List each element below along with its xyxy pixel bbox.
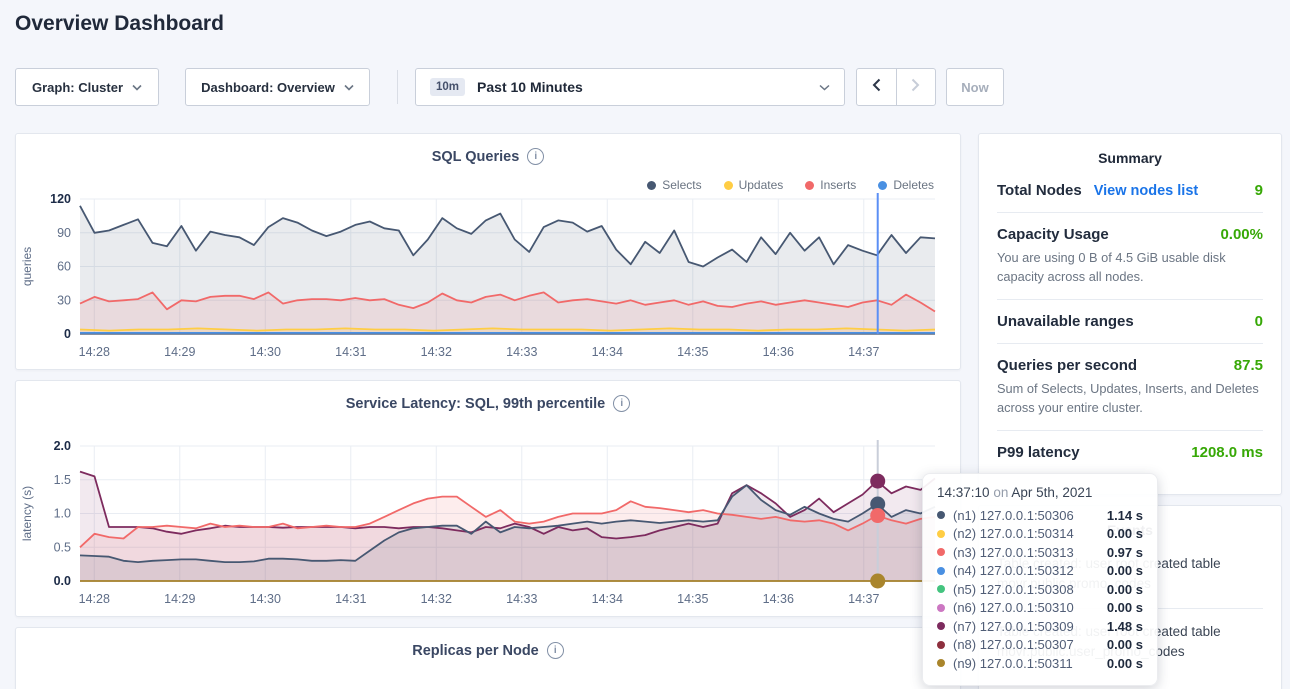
svg-text:14:29: 14:29 — [164, 345, 195, 359]
svg-text:14:28: 14:28 — [79, 345, 110, 359]
svg-text:14:30: 14:30 — [250, 345, 281, 359]
p99-latency-value: 1208.0 ms — [1191, 444, 1263, 461]
svg-text:14:32: 14:32 — [421, 345, 452, 359]
svg-text:30: 30 — [57, 293, 71, 307]
svg-text:90: 90 — [57, 226, 71, 240]
now-button[interactable]: Now — [946, 68, 1004, 106]
info-icon[interactable] — [527, 148, 544, 165]
svg-text:14:33: 14:33 — [506, 345, 537, 359]
svg-text:120: 120 — [50, 192, 71, 206]
svg-text:1.0: 1.0 — [54, 507, 71, 521]
svg-text:14:35: 14:35 — [677, 592, 708, 606]
svg-text:0: 0 — [64, 327, 71, 341]
tooltip-row-n6: (n6) 127.0.0.1:503100.00 s — [937, 599, 1143, 618]
page-title: Overview Dashboard — [15, 12, 224, 36]
dashboard-dropdown-label: Dashboard: Overview — [201, 80, 335, 95]
series-dot-icon — [937, 567, 945, 575]
series-dot-icon — [937, 511, 945, 519]
svg-text:14:32: 14:32 — [421, 592, 452, 606]
controls-divider — [397, 70, 398, 104]
svg-text:latency (s): latency (s) — [20, 486, 34, 541]
qps-desc: Sum of Selects, Updates, Inserts, and De… — [997, 380, 1263, 417]
info-icon[interactable] — [613, 395, 630, 412]
series-dot-icon — [937, 641, 945, 649]
svg-text:0.0: 0.0 — [54, 574, 71, 588]
tooltip-row-n7: (n7) 127.0.0.1:503091.48 s — [937, 617, 1143, 636]
tooltip-timestamp: 14:37:10 on Apr 5th, 2021 — [937, 485, 1143, 500]
replicas-per-node-title: Replicas per Node — [412, 643, 539, 659]
graph-dropdown[interactable]: Graph: Cluster — [15, 68, 159, 106]
summary-row-capacity: Capacity Usage 0.00% — [997, 226, 1263, 243]
tooltip-row-n3: (n3) 127.0.0.1:503130.97 s — [937, 543, 1143, 562]
series-dot-icon — [937, 585, 945, 593]
qps-value: 87.5 — [1234, 357, 1263, 374]
chevron-right-icon — [911, 78, 920, 97]
svg-text:14:31: 14:31 — [335, 345, 366, 359]
view-nodes-list-link[interactable]: View nodes list — [1094, 183, 1199, 199]
sql-queries-chart[interactable]: 0 30 60 90 120 14:28 14:29 14:30 14:31 14:32 14:33… — [16, 189, 960, 365]
svg-text:14:36: 14:36 — [763, 345, 794, 359]
time-next-button[interactable] — [897, 69, 936, 105]
sql-queries-title: SQL Queries — [432, 149, 520, 165]
series-dot-icon — [937, 659, 945, 667]
summary-card: Summary Total Nodes View nodes list 9 Ca… — [978, 133, 1282, 495]
svg-text:2.0: 2.0 — [54, 439, 71, 453]
svg-text:queries: queries — [20, 247, 34, 286]
chevron-down-icon — [344, 78, 354, 96]
svg-text:14:36: 14:36 — [763, 592, 794, 606]
svg-text:60: 60 — [57, 260, 71, 274]
svg-text:14:28: 14:28 — [79, 592, 110, 606]
svg-text:14:31: 14:31 — [335, 592, 366, 606]
now-button-label: Now — [961, 80, 988, 95]
time-range-picker[interactable]: 10m Past 10 Minutes — [415, 68, 845, 106]
service-latency-title: Service Latency: SQL, 99th percentile — [346, 396, 606, 412]
svg-text:14:34: 14:34 — [592, 345, 623, 359]
chevron-down-icon — [819, 78, 830, 96]
svg-text:14:29: 14:29 — [164, 592, 195, 606]
svg-text:14:35: 14:35 — [677, 345, 708, 359]
series-dot-icon — [937, 622, 945, 630]
tooltip-row-n4: (n4) 127.0.0.1:503120.00 s — [937, 562, 1143, 581]
tooltip-row-n9: (n9) 127.0.0.1:503110.00 s — [937, 654, 1143, 673]
series-dot-icon — [937, 548, 945, 556]
chevron-down-icon — [132, 78, 142, 96]
info-icon[interactable] — [547, 642, 564, 659]
time-range-label: Past 10 Minutes — [477, 79, 583, 95]
latency-hover-tooltip: 14:37:10 on Apr 5th, 2021 (n1) 127.0.0.1… — [922, 473, 1158, 686]
replicas-per-node-panel: Replicas per Node — [15, 627, 961, 689]
summary-row-p99: P99 latency 1208.0 ms — [997, 444, 1263, 461]
summary-row-unavailable-ranges: Unavailable ranges 0 — [997, 313, 1263, 330]
svg-text:14:37: 14:37 — [848, 345, 879, 359]
sql-queries-panel: SQL Queries Selects Updates Inserts Dele… — [15, 133, 961, 370]
time-range-badge: 10m — [430, 78, 465, 96]
unavailable-ranges-value: 0 — [1255, 313, 1263, 330]
svg-text:14:37: 14:37 — [848, 592, 879, 606]
svg-text:14:30: 14:30 — [250, 592, 281, 606]
service-latency-panel: Service Latency: SQL, 99th percentile 0.… — [15, 380, 961, 617]
svg-text:14:34: 14:34 — [592, 592, 623, 606]
tooltip-row-n8: (n8) 127.0.0.1:503070.00 s — [937, 636, 1143, 655]
svg-text:14:33: 14:33 — [506, 592, 537, 606]
time-prev-button[interactable] — [857, 69, 897, 105]
svg-text:1.5: 1.5 — [54, 473, 71, 487]
tooltip-row-n5: (n5) 127.0.0.1:503080.00 s — [937, 580, 1143, 599]
tooltip-row-n2: (n2) 127.0.0.1:503140.00 s — [937, 525, 1143, 544]
svg-text:0.5: 0.5 — [54, 540, 71, 554]
series-dot-icon — [937, 604, 945, 612]
total-nodes-value: 9 — [1255, 182, 1263, 199]
dashboard-dropdown[interactable]: Dashboard: Overview — [185, 68, 370, 106]
series-dot-icon — [937, 530, 945, 538]
summary-row-qps: Queries per second 87.5 — [997, 357, 1263, 374]
capacity-usage-desc: You are using 0 B of 4.5 GiB usable disk… — [997, 249, 1263, 286]
graph-dropdown-label: Graph: Cluster — [32, 80, 123, 95]
service-latency-chart[interactable]: 0.0 0.5 1.0 1.5 2.0 14:28 14:29 14:30 14:31 14:32… — [16, 436, 960, 612]
overview-dashboard-page: Overview Dashboard Graph: Cluster Dashbo… — [0, 0, 1290, 689]
summary-heading: Summary — [997, 150, 1263, 166]
capacity-usage-value: 0.00% — [1220, 226, 1263, 243]
summary-row-total-nodes: Total Nodes View nodes list 9 — [997, 182, 1263, 199]
tooltip-row-n1: (n1) 127.0.0.1:503061.14 s — [937, 506, 1143, 525]
chevron-left-icon — [872, 78, 881, 97]
time-nav-group — [856, 68, 936, 106]
